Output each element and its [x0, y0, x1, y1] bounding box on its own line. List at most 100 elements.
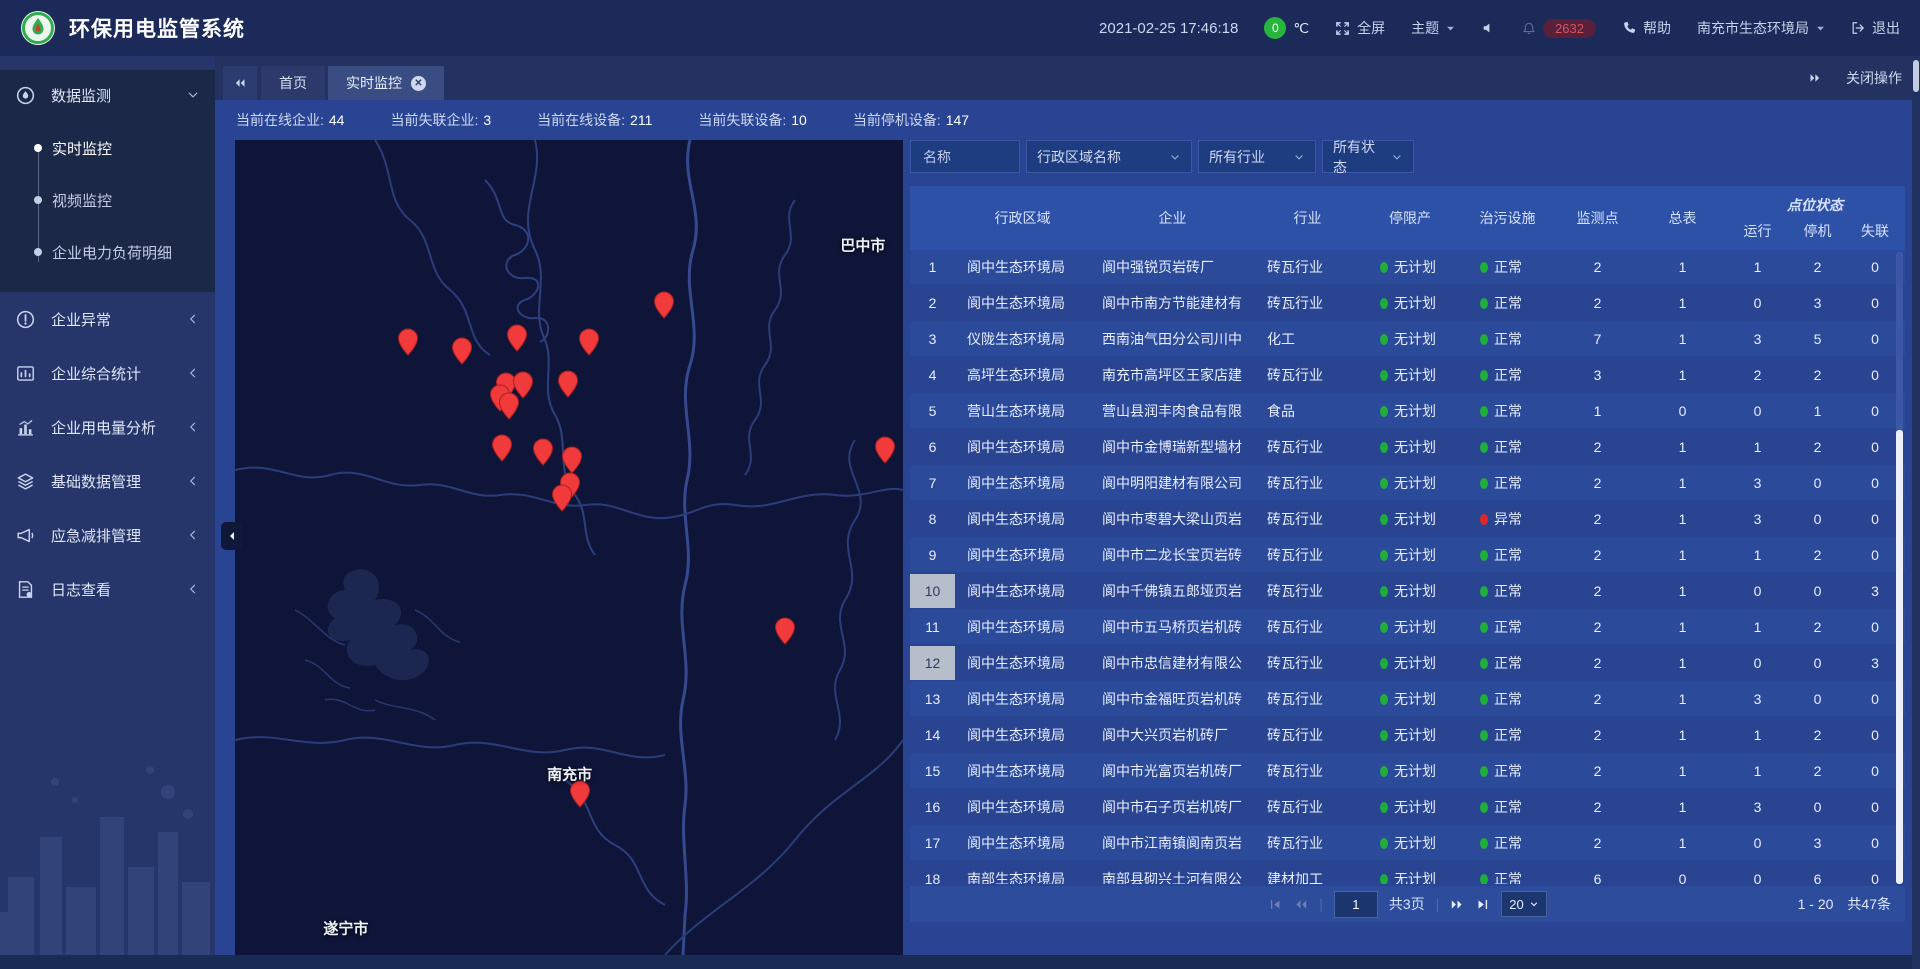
- table-row[interactable]: 17阆中生态环境局阆中市江南镇阆南页岩砖瓦行业无计划正常21030: [910, 826, 1905, 860]
- region-filter-select[interactable]: 行政区域名称: [1026, 140, 1192, 173]
- map-pin[interactable]: [874, 436, 895, 464]
- map-pin[interactable]: [579, 328, 600, 356]
- table-row[interactable]: 8阆中生态环境局阆中市枣碧大梁山页岩砖瓦行业无计划异常21300: [910, 502, 1905, 536]
- stopped-count-cell: 0: [1790, 502, 1845, 536]
- help-button[interactable]: 帮助: [1622, 18, 1671, 38]
- running-count-cell: 1: [1725, 754, 1790, 788]
- treatment-status-cell: 正常: [1460, 790, 1555, 824]
- map-pin[interactable]: [498, 392, 519, 420]
- total-meters-cell: 1: [1640, 790, 1725, 824]
- table-row[interactable]: 6阆中生态环境局阆中市金博瑞新型墙材砖瓦行业无计划正常21120: [910, 430, 1905, 464]
- map-pin[interactable]: [558, 370, 579, 398]
- sidebar-item-data-monitoring[interactable]: 数据监测: [0, 70, 215, 120]
- prev-page-button[interactable]: [1293, 898, 1308, 911]
- table-row[interactable]: 13阆中生态环境局阆中市金福旺页岩机砖砖瓦行业无计划正常21300: [910, 682, 1905, 716]
- status-dot-icon: [1480, 730, 1488, 741]
- status-label: 正常: [1494, 437, 1522, 457]
- map-pin[interactable]: [398, 328, 419, 356]
- sidebar-item-log-view[interactable]: 日志查看: [0, 562, 215, 616]
- map-pin[interactable]: [774, 617, 795, 645]
- sidebar-item-emergency-reduction-management[interactable]: 应急减排管理: [0, 508, 215, 562]
- status-label: 正常: [1494, 617, 1522, 637]
- tabs-scroll-right-button[interactable]: [1808, 72, 1822, 84]
- table-row[interactable]: 16阆中生态环境局阆中市石子页岩机砖厂砖瓦行业无计划正常21300: [910, 790, 1905, 824]
- page-size-select[interactable]: 20: [1501, 891, 1546, 917]
- tab-home[interactable]: 首页: [261, 66, 325, 100]
- table-row[interactable]: 18南部生态环境局南部县砌兴土河有限公建材加工无计划正常60060: [910, 862, 1905, 884]
- status-label: 无计划: [1394, 473, 1436, 493]
- map-pin[interactable]: [452, 337, 473, 365]
- name-filter-input[interactable]: [921, 148, 1009, 166]
- table-row[interactable]: 12阆中生态环境局阆中市忠信建材有限公砖瓦行业无计划正常21003: [910, 646, 1905, 680]
- stat-label: 当前停机设备:: [853, 112, 941, 128]
- table-row[interactable]: 14阆中生态环境局阆中大兴页岩机砖厂砖瓦行业无计划正常21120: [910, 718, 1905, 752]
- table-row[interactable]: 3仪陇生态环境局西南油气田分公司川中化工无计划正常71350: [910, 322, 1905, 356]
- table-row[interactable]: 11阆中生态环境局阆中市五马桥页岩机砖砖瓦行业无计划正常21120: [910, 610, 1905, 644]
- region-cell: 阆中生态环境局: [955, 718, 1090, 752]
- sidebar-item-enterprise-abnormal[interactable]: 企业异常: [0, 292, 215, 346]
- sidebar-item-label: 企业用电量分析: [51, 417, 156, 438]
- sidebar-item-basic-data-management[interactable]: 基础数据管理: [0, 454, 215, 508]
- sidebar-item-enterprise-power-load-detail[interactable]: 企业电力负荷明细: [0, 226, 215, 278]
- tab-close-icon[interactable]: ✕: [411, 76, 426, 91]
- monitor-points-cell: 2: [1555, 682, 1640, 716]
- page-number-input[interactable]: [1334, 891, 1378, 918]
- stopped-count-cell: 5: [1790, 322, 1845, 356]
- map-pin[interactable]: [561, 446, 582, 474]
- sidebar-submenu: 实时监控视频监控企业电力负荷明细: [0, 120, 215, 286]
- region-cell: 仪陇生态环境局: [955, 322, 1090, 356]
- industry-filter-select[interactable]: 所有行业: [1198, 140, 1316, 173]
- gauge-drop-icon: [16, 86, 38, 105]
- table-row[interactable]: 5营山生态环境局营山县润丰肉食品有限食品无计划正常10010: [910, 394, 1905, 428]
- status-label: 正常: [1494, 869, 1522, 884]
- row-number-cell: 11: [910, 610, 955, 644]
- logout-button[interactable]: 退出: [1851, 18, 1900, 38]
- map-pin[interactable]: [532, 438, 553, 466]
- map-pin[interactable]: [506, 324, 527, 352]
- first-page-button[interactable]: [1268, 898, 1282, 911]
- sidebar-item-realtime-monitoring[interactable]: 实时监控: [0, 122, 215, 174]
- table-row[interactable]: 15阆中生态环境局阆中市光富页岩机砖厂砖瓦行业无计划正常21120: [910, 754, 1905, 788]
- running-count-cell: 0: [1725, 394, 1790, 428]
- table-row[interactable]: 10阆中生态环境局阆中千佛镇五郎垭页岩砖瓦行业无计划正常21003: [910, 574, 1905, 608]
- treatment-status-cell: 正常: [1460, 394, 1555, 428]
- map-panel[interactable]: 巴中市南充市遂宁市: [235, 140, 903, 955]
- map-pin[interactable]: [552, 484, 573, 512]
- window-scrollbar-thumb[interactable]: [1913, 60, 1919, 92]
- treatment-status-cell: 正常: [1460, 826, 1555, 860]
- monitor-points-cell: 2: [1555, 466, 1640, 500]
- monitor-points-cell: 2: [1555, 754, 1640, 788]
- tab-bar: 首页实时监控✕ 关闭操作: [215, 56, 1920, 100]
- status-filter-select[interactable]: 所有状态: [1322, 140, 1414, 173]
- window-scrollbar-track[interactable]: [1912, 56, 1920, 969]
- table-row[interactable]: 4高坪生态环境局南充市高坪区王家店建砖瓦行业无计划正常31220: [910, 358, 1905, 392]
- total-pages-label: 共3页: [1389, 894, 1425, 914]
- fullscreen-button[interactable]: 全屏: [1335, 18, 1385, 38]
- org-dropdown[interactable]: 南充市生态环境局: [1697, 18, 1825, 38]
- mute-button[interactable]: [1481, 21, 1496, 35]
- table-row[interactable]: 9阆中生态环境局阆中市二龙长宝页岩砖砖瓦行业无计划正常21120: [910, 538, 1905, 572]
- temperature-badge: 0: [1264, 17, 1286, 39]
- theme-dropdown[interactable]: 主题: [1411, 18, 1455, 38]
- next-page-button[interactable]: [1450, 898, 1465, 911]
- table-row[interactable]: 2阆中生态环境局阆中市南方节能建材有砖瓦行业无计划正常21030: [910, 286, 1905, 320]
- total-meters-cell: 1: [1640, 502, 1725, 536]
- table-row[interactable]: 7阆中生态环境局阆中明阳建材有限公司砖瓦行业无计划正常21300: [910, 466, 1905, 500]
- sidebar-item-video-monitoring[interactable]: 视频监控: [0, 174, 215, 226]
- industry-cell: 砖瓦行业: [1255, 502, 1360, 536]
- map-collapse-button[interactable]: [221, 522, 243, 550]
- stopped-count-cell: 3: [1790, 826, 1845, 860]
- sidebar-item-enterprise-power-usage-analysis[interactable]: 企业用电量分析: [0, 400, 215, 454]
- close-operations-button[interactable]: 关闭操作: [1846, 68, 1902, 88]
- tabs-scroll-left-button[interactable]: [223, 66, 257, 100]
- last-page-button[interactable]: [1476, 898, 1490, 911]
- notifications-button[interactable]: 2632: [1522, 19, 1596, 38]
- table-row[interactable]: 1阆中生态环境局阆中强锐页岩砖厂砖瓦行业无计划正常21120: [910, 250, 1905, 284]
- tab-realtime-monitoring[interactable]: 实时监控✕: [328, 66, 444, 100]
- status-dot-icon: [1380, 334, 1388, 345]
- map-pin[interactable]: [653, 291, 674, 319]
- sidebar-item-enterprise-comprehensive-stats[interactable]: 企业综合统计: [0, 346, 215, 400]
- map-pin[interactable]: [492, 434, 513, 462]
- treatment-status-cell: 正常: [1460, 574, 1555, 608]
- table-scrollbar-thumb[interactable]: [1896, 430, 1903, 884]
